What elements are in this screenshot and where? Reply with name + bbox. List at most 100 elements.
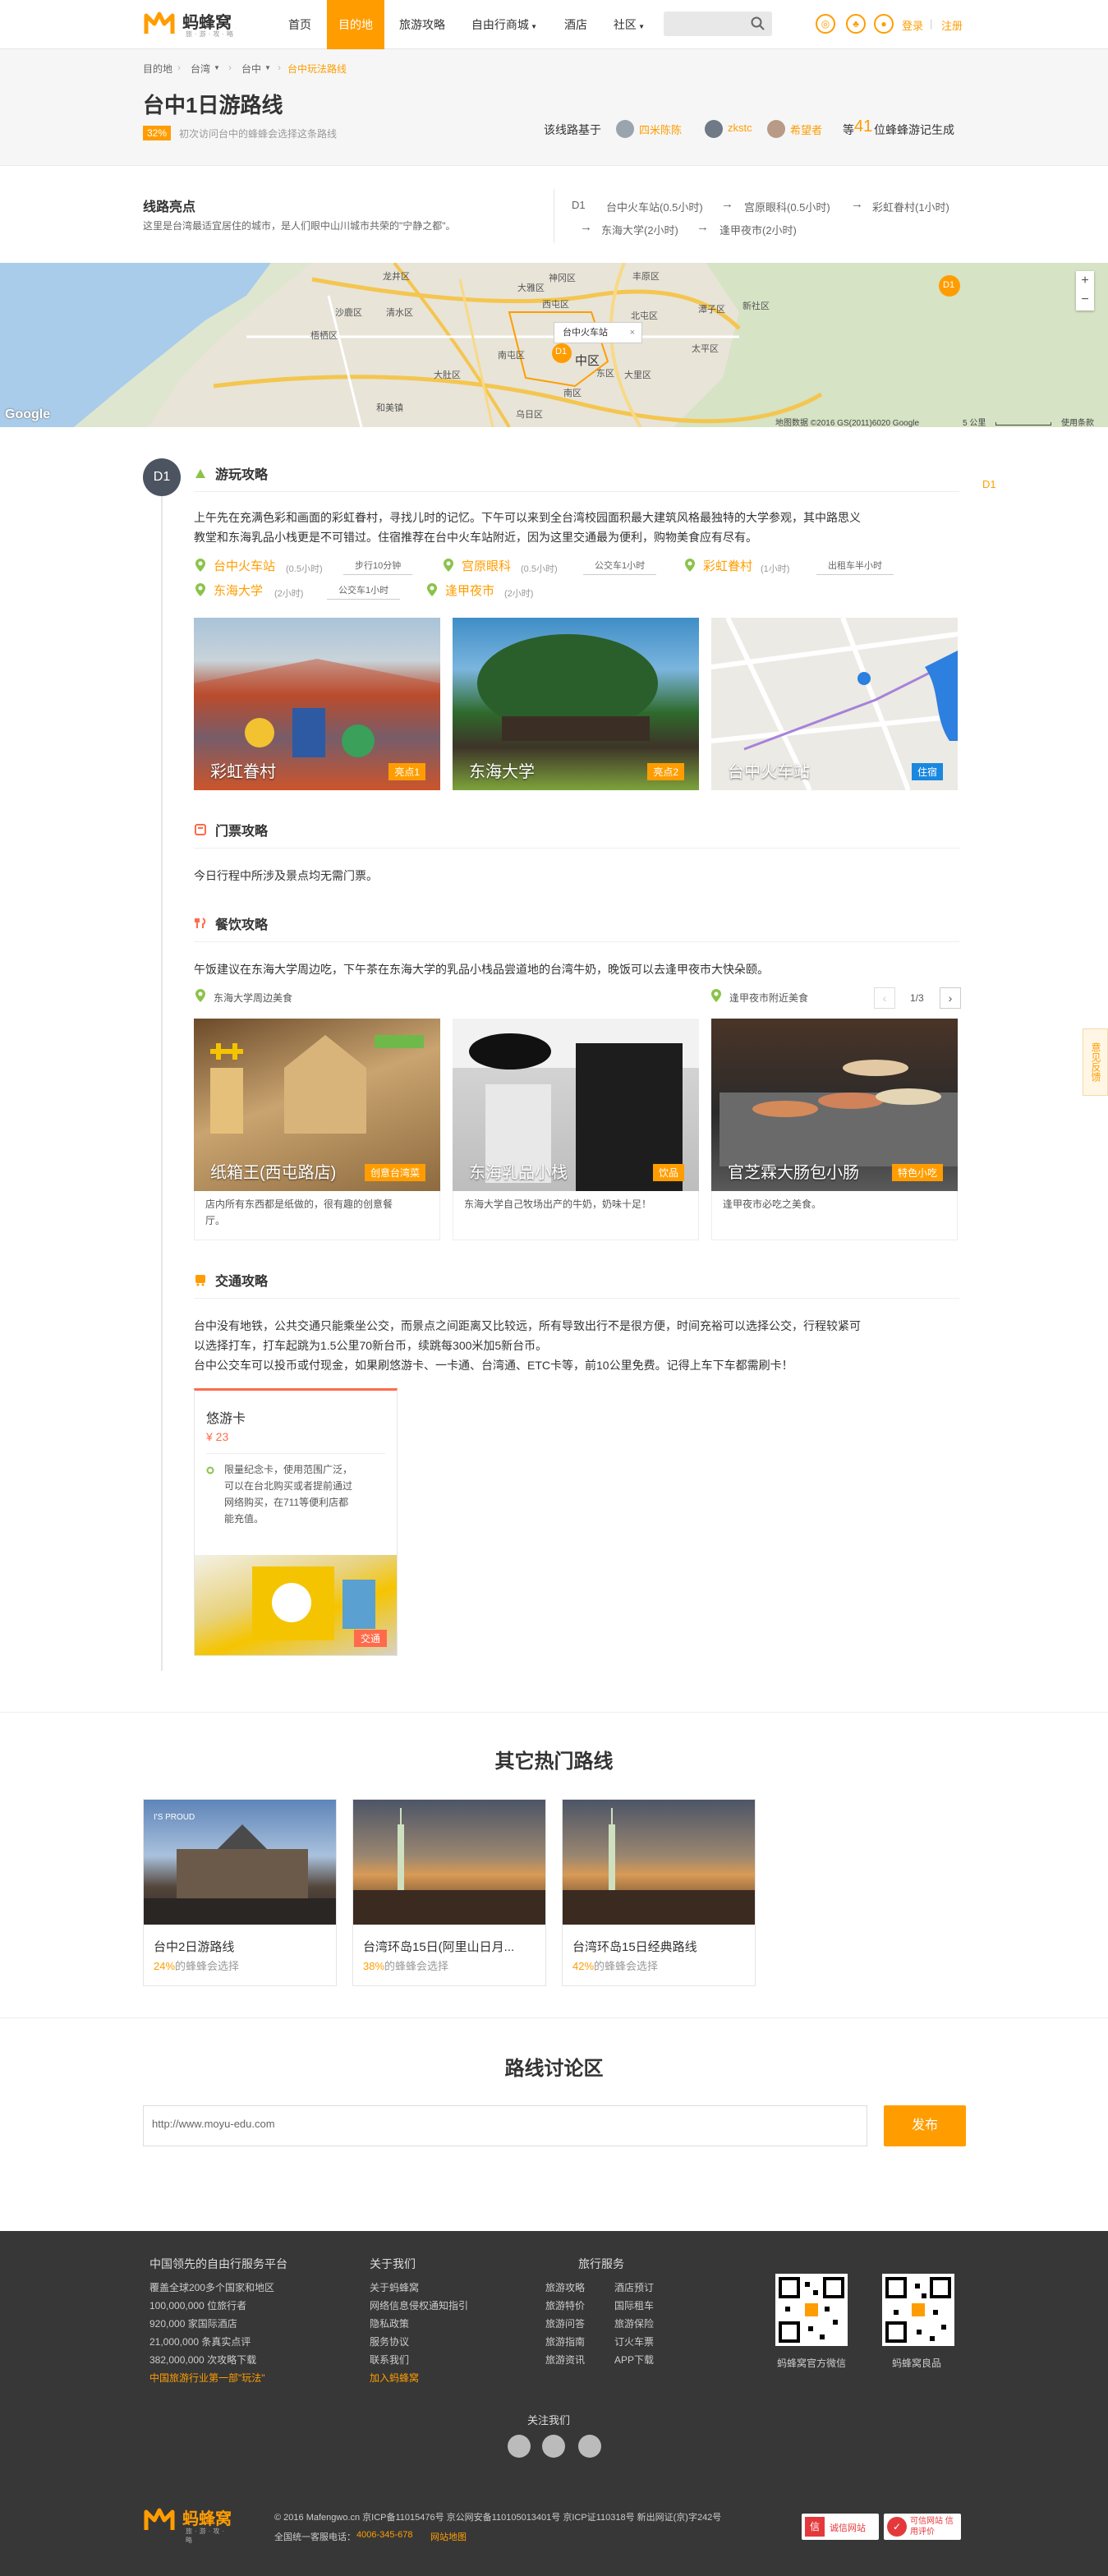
photo-tag: 亮点2 bbox=[647, 763, 684, 780]
footer-link[interactable]: 网络信息侵权通知指引 bbox=[370, 2298, 468, 2312]
copyright-text: © 2016 Mafengwo.cn 京ICP备11015476号 京公网安备1… bbox=[274, 2513, 722, 2523]
footer-link[interactable]: 旅游特价 bbox=[545, 2298, 585, 2312]
food-card-image[interactable]: 纸箱王(西屯路店) 创意台湾菜 bbox=[194, 1019, 440, 1191]
photo-caption: 纸箱王(西屯路店) bbox=[210, 1164, 337, 1182]
search-input[interactable] bbox=[664, 12, 772, 36]
user-link[interactable]: 希望者 bbox=[790, 122, 822, 137]
user-link[interactable]: 四米陈陈 bbox=[639, 122, 682, 137]
food-card-image[interactable]: 官芝霖大肠包小肠 特色小吃 bbox=[711, 1019, 958, 1191]
generated-suffix: 位蜂蜂游记生成 bbox=[874, 123, 954, 136]
map-place-label: 南区 bbox=[563, 389, 582, 398]
transit-card-image: 交通 bbox=[195, 1555, 397, 1655]
food-location: 逢甲夜市附近美食 bbox=[729, 992, 809, 1004]
footer-link[interactable]: 旅游资讯 bbox=[545, 2353, 585, 2367]
weibo-icon[interactable]: ◎ bbox=[816, 14, 835, 34]
nav-mall[interactable]: 自由行商城 ▼ bbox=[465, 0, 544, 49]
qq-icon[interactable]: ♣ bbox=[846, 14, 866, 34]
trust-badge[interactable]: ✓ 可信网站 信用评价 bbox=[884, 2514, 961, 2540]
poi-link[interactable]: 东海大学 bbox=[214, 582, 263, 599]
nav-home[interactable]: 首页 bbox=[279, 0, 320, 49]
footer-link[interactable]: 服务协议 bbox=[370, 2334, 409, 2348]
route-card[interactable]: 台湾环岛15日经典路线 42%的蜂蜂会选择 bbox=[562, 1799, 756, 1986]
weibo-icon[interactable] bbox=[508, 2435, 531, 2458]
login-link[interactable]: 登录 bbox=[902, 17, 923, 33]
footer-link[interactable]: 加入蚂蜂窝 bbox=[370, 2371, 419, 2385]
poi-link[interactable]: 逢甲夜市 bbox=[445, 582, 494, 599]
map-place-label: 潭子区 bbox=[698, 305, 725, 315]
next-page-button[interactable]: › bbox=[940, 987, 961, 1009]
map-marker[interactable]: D1 bbox=[943, 280, 954, 290]
star-icon[interactable] bbox=[578, 2435, 601, 2458]
food-card-image[interactable]: 东海乳品小栈 饮品 bbox=[453, 1019, 699, 1191]
zoom-in-icon[interactable]: + bbox=[1076, 271, 1094, 291]
map-terms-link[interactable]: 使用条款 bbox=[1061, 416, 1094, 427]
location-pin-icon bbox=[195, 989, 205, 1002]
breadcrumb-taiwan[interactable]: 台湾 bbox=[191, 62, 210, 76]
poi-link[interactable]: 彩虹眷村 bbox=[703, 557, 752, 574]
photo-caption: 彩虹眷村 bbox=[210, 763, 276, 781]
route-stop: 东海大学(2小时) bbox=[601, 224, 678, 237]
photo-card[interactable]: 东海大学 亮点2 bbox=[453, 618, 699, 790]
logo-subtext: 旅·游·攻·略 bbox=[186, 2528, 227, 2544]
footer-link[interactable]: 关于蚂蜂窝 bbox=[370, 2280, 419, 2294]
footer-link[interactable]: 旅游保险 bbox=[614, 2316, 654, 2330]
map-place-label: 丰原区 bbox=[632, 272, 660, 282]
photo-card[interactable]: 台中火车站 住宿 bbox=[711, 618, 958, 790]
day-side-nav[interactable]: D1 bbox=[982, 478, 996, 490]
footer-link[interactable]: APP下载 bbox=[614, 2353, 654, 2367]
avatar[interactable] bbox=[705, 120, 723, 138]
nav-guides[interactable]: 旅游攻略 bbox=[391, 0, 453, 49]
search-icon[interactable] bbox=[751, 16, 765, 31]
route-map[interactable]: 龙井区 沙鹿区 梧栖区 西屯区 北屯区 中区 南区 大肚区 乌日区 大里区 太平… bbox=[0, 263, 1108, 427]
photo-caption: 东海大学 bbox=[469, 763, 535, 781]
footer-link[interactable]: 隐私政策 bbox=[370, 2316, 409, 2330]
close-icon[interactable]: × bbox=[630, 323, 635, 343]
nav-community[interactable]: 社区 ▼ bbox=[605, 0, 654, 49]
avatar[interactable] bbox=[767, 120, 785, 138]
footer-link[interactable]: 旅游问答 bbox=[545, 2316, 585, 2330]
route-card-name: 台湾环岛15日(阿里山日月... bbox=[363, 1940, 515, 1954]
photo-tag: 亮点1 bbox=[388, 763, 425, 780]
publish-button[interactable]: 发布 bbox=[884, 2105, 966, 2146]
transit-card[interactable]: 悠游卡 ¥ 23 限量纪念卡，使用范围广泛， 可以在台北购买或者提前通过 网络购… bbox=[194, 1388, 398, 1656]
user-link[interactable]: zkstc bbox=[728, 122, 752, 134]
zoom-out-icon[interactable]: − bbox=[1076, 291, 1094, 310]
trust-badge[interactable]: 信 诚信网站 bbox=[802, 2514, 879, 2540]
breadcrumb-destination[interactable]: 目的地 bbox=[143, 62, 172, 76]
breadcrumb-taichung[interactable]: 台中 bbox=[241, 62, 261, 76]
map-place-label: 梧栖区 bbox=[310, 331, 338, 341]
wechat-icon[interactable]: ● bbox=[874, 14, 894, 34]
photo-card[interactable]: 彩虹眷村 亮点1 bbox=[194, 618, 440, 790]
divider bbox=[194, 941, 959, 942]
footer-link[interactable]: 旅游攻略 bbox=[545, 2280, 585, 2294]
nav-destination[interactable]: 目的地 bbox=[327, 0, 384, 49]
sitemap-link[interactable]: 网站地图 bbox=[430, 2530, 467, 2543]
poi-link[interactable]: 台中火车站 bbox=[214, 557, 275, 574]
site-logo[interactable]: 蚂蜂窝 旅·游·攻·略 bbox=[143, 7, 250, 41]
footer-stat: 100,000,000 位旅行者 bbox=[149, 2300, 247, 2312]
photo-image bbox=[353, 1808, 545, 1925]
route-card[interactable]: 台湾环岛15日(阿里山日月... 38%的蜂蜂会选择 bbox=[352, 1799, 546, 1986]
feedback-tab[interactable]: 意见反馈 bbox=[1083, 1028, 1108, 1096]
footer-link[interactable]: 酒店预订 bbox=[614, 2280, 654, 2294]
route-card[interactable]: I'S PROUD 台中2日游路线 24%的蜂蜂会选择 bbox=[143, 1799, 337, 1986]
footer-link[interactable]: 国际租车 bbox=[614, 2298, 654, 2312]
other-routes-title: 其它热门路线 bbox=[494, 1750, 614, 1773]
map-tooltip[interactable]: 台中火车站 × bbox=[554, 322, 642, 343]
prev-page-button[interactable]: ‹ bbox=[874, 987, 895, 1009]
wechat-icon[interactable] bbox=[542, 2435, 565, 2458]
logo-mark-icon bbox=[144, 12, 175, 34]
footer-link[interactable]: 订火车票 bbox=[614, 2334, 654, 2348]
map-place-label: 北屯区 bbox=[631, 311, 658, 321]
footer-link[interactable]: 联系我们 bbox=[370, 2353, 409, 2367]
route-stop: 台中火车站(0.5小时) bbox=[606, 201, 703, 214]
avatar[interactable] bbox=[616, 120, 634, 138]
footer-link[interactable]: 旅游指南 bbox=[545, 2334, 585, 2348]
footer-stat[interactable]: 中国旅游行业第一部"玩法" bbox=[149, 2371, 265, 2385]
map-marker[interactable]: D1 bbox=[555, 347, 567, 356]
nav-hotel[interactable]: 酒店 bbox=[555, 0, 596, 49]
discussion-input[interactable]: http://www.moyu-edu.com bbox=[143, 2105, 867, 2146]
poi-link[interactable]: 宫原眼科 bbox=[462, 557, 511, 574]
register-link[interactable]: 注册 bbox=[941, 17, 963, 33]
qr-code-icon bbox=[779, 2277, 844, 2343]
